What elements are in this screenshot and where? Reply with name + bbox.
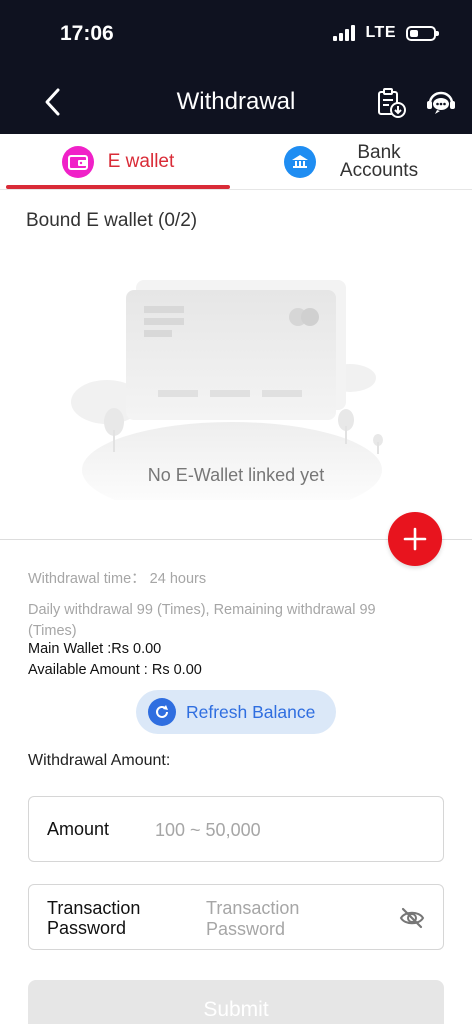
withdrawal-time-text: Withdrawal time： 24 hours — [28, 571, 207, 587]
withdrawal-amount-title: Withdrawal Amount: — [28, 752, 171, 769]
empty-state-text: No E-Wallet linked yet — [147, 465, 325, 485]
available-amount-text: Available Amount : Rs 0.00 — [28, 662, 202, 678]
refresh-balance-label: Refresh Balance — [186, 701, 316, 722]
add-ewallet-button[interactable] — [388, 512, 442, 566]
daily-limit-text: Daily withdrawal 99 (Times), Remaining w… — [28, 602, 376, 639]
wallet-tabs: E wallet Bank Accounts — [0, 134, 472, 190]
eye-off-icon — [399, 907, 425, 929]
signal-icon — [333, 25, 356, 41]
transaction-password-input[interactable]: Transaction Password — [206, 898, 299, 940]
bank-icon — [284, 146, 316, 178]
withdraw-record-button[interactable] — [374, 86, 408, 120]
withdraw-record-icon — [378, 88, 406, 118]
amount-label: Amount — [47, 819, 110, 839]
amount-field: Amount — [28, 796, 444, 862]
tab-bank-label: Bank Accounts — [339, 142, 419, 181]
battery-icon — [406, 25, 439, 41]
refresh-icon — [148, 698, 176, 726]
tab-bank-accounts[interactable]: Bank Accounts — [236, 134, 472, 190]
transaction-password-field: Transaction Password Transaction Passwor… — [28, 884, 444, 950]
plus-icon — [403, 527, 427, 551]
customer-service-icon — [427, 91, 455, 114]
ewallet-icon — [61, 146, 94, 178]
status-time: 17:06 — [60, 22, 114, 45]
customer-service-button[interactable] — [424, 86, 458, 120]
active-tab-indicator — [6, 185, 230, 189]
amount-input[interactable] — [155, 817, 425, 843]
toggle-password-visibility[interactable] — [399, 905, 425, 931]
top-bar: 17:06 LTE Withdrawal — [0, 0, 472, 134]
main-wallet-text: Main Wallet :Rs 0.00 — [28, 641, 162, 657]
bound-wallet-title: Bound E wallet (0/2) — [26, 210, 198, 231]
transaction-password-label: Transaction Password — [47, 898, 141, 938]
submit-button[interactable]: Submit — [28, 980, 444, 1024]
refresh-balance-button[interactable]: Refresh Balance — [136, 690, 336, 734]
status-indicators: LTE — [333, 24, 439, 42]
tab-ewallet[interactable]: E wallet — [6, 134, 230, 190]
network-type: LTE — [365, 24, 396, 41]
tab-ewallet-label: E wallet — [107, 151, 175, 172]
